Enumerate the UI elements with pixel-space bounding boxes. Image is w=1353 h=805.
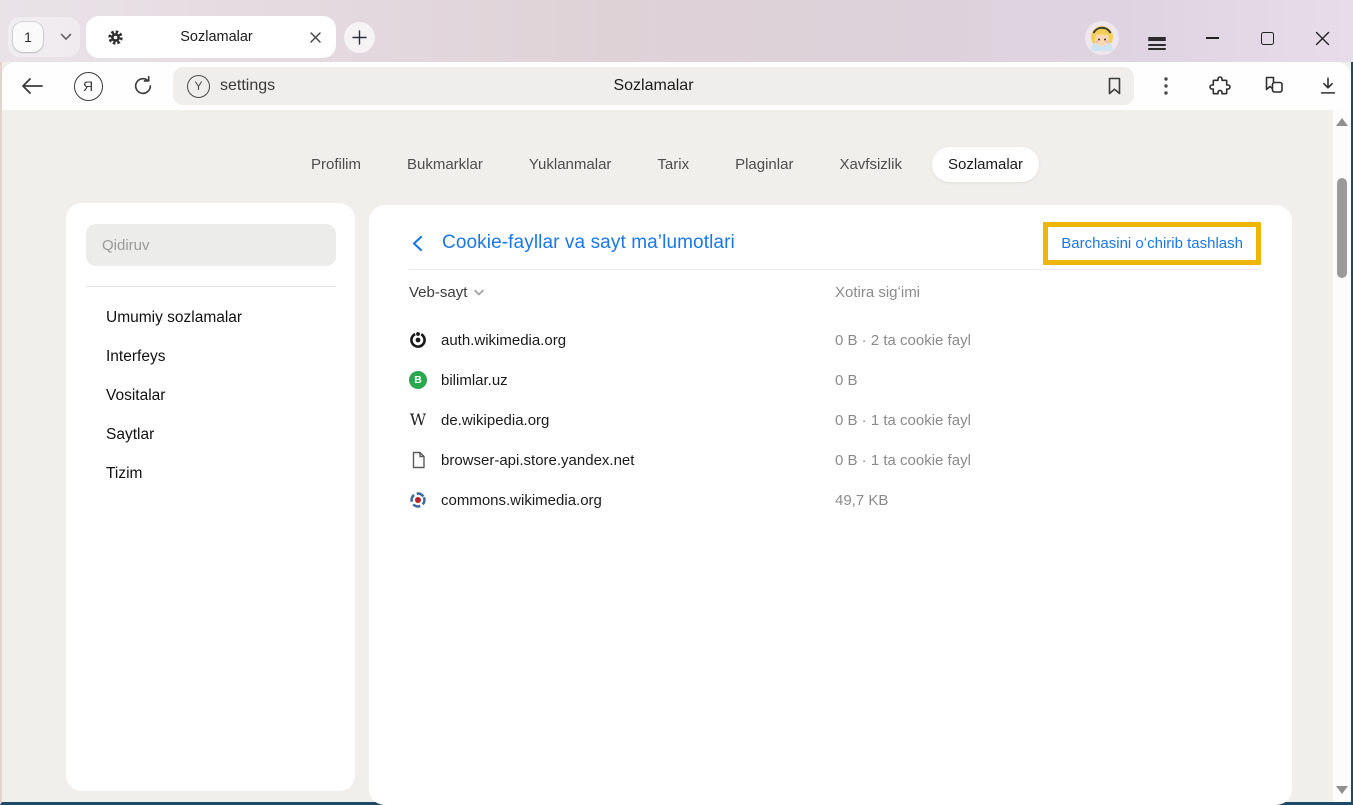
window-close-button[interactable] xyxy=(1305,24,1339,52)
collections-icon[interactable] xyxy=(1252,66,1296,106)
nav-tab-plaginlar[interactable]: Plaginlar xyxy=(719,147,809,182)
back-button[interactable] xyxy=(10,66,54,106)
highlight-box: Barchasini oʻchirib tashlash xyxy=(1043,222,1261,265)
nav-tab-xavfsizlik[interactable]: Xavfsizlik xyxy=(823,147,918,182)
browser-menu-icon[interactable] xyxy=(1140,24,1174,52)
scroll-down-icon[interactable] xyxy=(1336,786,1348,794)
cookies-panel: Cookie-fayllar va sayt ma’lumotlari Barc… xyxy=(369,205,1292,805)
wikimedia-commons-icon xyxy=(409,491,427,509)
tab-counter[interactable]: 1 xyxy=(13,22,43,52)
address-bar[interactable]: Y settings Sozlamalar xyxy=(173,67,1134,105)
tab-close-icon[interactable] xyxy=(309,31,322,44)
sort-chevron-icon[interactable] xyxy=(474,289,484,296)
sidebar-item-umumiy-sozlamalar[interactable]: Umumiy sozlamalar xyxy=(66,299,355,338)
nav-tab-profilim[interactable]: Profilim xyxy=(295,147,377,182)
site-name: de.wikipedia.org xyxy=(441,412,549,429)
site-badge-icon[interactable]: Y xyxy=(187,75,210,98)
browser-toolbar: Я Y settings Sozlamalar xyxy=(2,62,1351,110)
sidebar-list: Umumiy sozlamalar Interfeys Vositalar Sa… xyxy=(66,299,355,494)
table-row[interactable]: commons.wikimedia.org 49,7 KB xyxy=(369,480,1292,520)
table-row[interactable]: browser-api.store.yandex.net 0 B · 1 ta … xyxy=(369,440,1292,480)
sidebar-item-saytlar[interactable]: Saytlar xyxy=(66,416,355,455)
chevron-down-icon[interactable] xyxy=(60,33,72,41)
settings-nav: Profilim Bukmarklar Yuklanmalar Tarix Pl… xyxy=(2,147,1332,182)
bilimlar-favicon: B xyxy=(409,371,427,389)
bookmark-button[interactable] xyxy=(1105,76,1124,96)
back-chevron-icon[interactable] xyxy=(411,235,423,252)
table-row[interactable]: auth.wikimedia.org 0 B · 2 ta cookie fay… xyxy=(369,320,1292,360)
wikipedia-icon: W xyxy=(409,411,427,429)
document-icon xyxy=(409,451,427,469)
page-title: Cookie-fayllar va sayt ma’lumotlari xyxy=(442,232,735,254)
settings-sidebar: Umumiy sozlamalar Interfeys Vositalar Sa… xyxy=(66,203,355,791)
tab-counter-group[interactable]: 1 xyxy=(8,17,80,57)
yandex-logo-icon: Я xyxy=(74,72,103,101)
site-size: 0 B · 2 ta cookie fayl xyxy=(835,332,1252,349)
new-tab-button[interactable] xyxy=(344,22,375,53)
site-name: browser-api.store.yandex.net xyxy=(441,452,634,469)
nav-tab-bukmarklar[interactable]: Bukmarklar xyxy=(391,147,499,182)
extensions-puzzle-icon[interactable] xyxy=(1198,66,1242,106)
site-size: 0 B · 1 ta cookie fayl xyxy=(835,412,1252,429)
yandex-home-button[interactable]: Я xyxy=(66,66,110,106)
table-header: Veb-sayt Xotira sigʻimi xyxy=(369,270,1292,314)
address-page-title: Sozlamalar xyxy=(173,77,1134,95)
window-minimize-button[interactable] xyxy=(1195,24,1229,52)
site-table: auth.wikimedia.org 0 B · 2 ta cookie fay… xyxy=(369,320,1292,520)
profile-avatar[interactable] xyxy=(1085,21,1119,55)
gear-icon xyxy=(106,28,124,46)
downloads-icon[interactable] xyxy=(1306,66,1350,106)
table-row[interactable]: W de.wikipedia.org 0 B · 1 ta cookie fay… xyxy=(369,400,1292,440)
reload-button[interactable] xyxy=(121,66,165,106)
tab-strip: 1 Sozlamalar xyxy=(0,0,1353,62)
sidebar-divider xyxy=(86,286,336,287)
search-input[interactable] xyxy=(86,224,336,266)
sidebar-item-interfeys[interactable]: Interfeys xyxy=(66,338,355,377)
scroll-up-icon[interactable] xyxy=(1336,118,1348,126)
site-name: auth.wikimedia.org xyxy=(441,332,566,349)
site-size: 0 B xyxy=(835,372,1252,389)
site-size: 49,7 KB xyxy=(835,492,1252,509)
scrollbar-thumb[interactable] xyxy=(1337,178,1347,278)
site-size: 0 B · 1 ta cookie fayl xyxy=(835,452,1252,469)
site-name: commons.wikimedia.org xyxy=(441,492,602,509)
site-name: bilimlar.uz xyxy=(441,372,508,389)
tab-title: Sozlamalar xyxy=(124,29,309,45)
window-maximize-button[interactable] xyxy=(1250,24,1284,52)
table-row[interactable]: B bilimlar.uz 0 B xyxy=(369,360,1292,400)
page-scrollbar[interactable] xyxy=(1333,110,1351,802)
sidebar-item-tizim[interactable]: Tizim xyxy=(66,455,355,494)
nav-tab-tarix[interactable]: Tarix xyxy=(641,147,705,182)
column-size: Xotira sigʻimi xyxy=(835,284,1252,301)
sidebar-item-vositalar[interactable]: Vositalar xyxy=(66,377,355,416)
nav-tab-yuklanmalar[interactable]: Yuklanmalar xyxy=(513,147,628,182)
url-text[interactable]: settings xyxy=(220,77,275,95)
kebab-menu-icon[interactable] xyxy=(1144,66,1188,106)
browser-tab-settings[interactable]: Sozlamalar xyxy=(86,16,336,58)
column-site[interactable]: Veb-sayt xyxy=(409,284,835,301)
nav-tab-sozlamalar[interactable]: Sozlamalar xyxy=(932,147,1039,182)
wikimedia-icon xyxy=(409,331,427,349)
clear-all-button[interactable]: Barchasini oʻchirib tashlash xyxy=(1048,227,1256,260)
